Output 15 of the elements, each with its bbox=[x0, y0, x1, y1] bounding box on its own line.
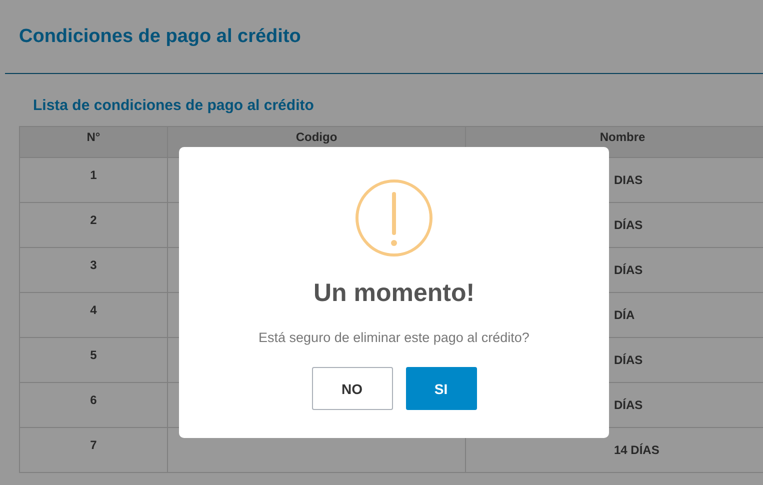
list-title: Lista de condiciones de pago al crédito bbox=[33, 97, 315, 114]
cancel-button[interactable]: NO bbox=[312, 367, 392, 410]
table-cell: 1 bbox=[20, 158, 168, 203]
dialog-message: Está seguro de eliminar este pago al crédito? bbox=[258, 330, 530, 345]
table-cell: 3 bbox=[20, 248, 168, 293]
page-title: Condiciones de pago al crédito bbox=[19, 26, 301, 48]
table-cell: 2 bbox=[20, 203, 168, 248]
confirm-button[interactable]: SI bbox=[406, 367, 476, 410]
table-cell: 7 bbox=[20, 428, 168, 473]
table-cell: 4 bbox=[20, 293, 168, 338]
table-cell: 5 bbox=[20, 338, 168, 383]
warning-icon bbox=[355, 179, 433, 257]
table-cell: 6 bbox=[20, 383, 168, 428]
column-header: N° bbox=[20, 127, 168, 158]
dialog-title: Un momento! bbox=[313, 279, 475, 308]
